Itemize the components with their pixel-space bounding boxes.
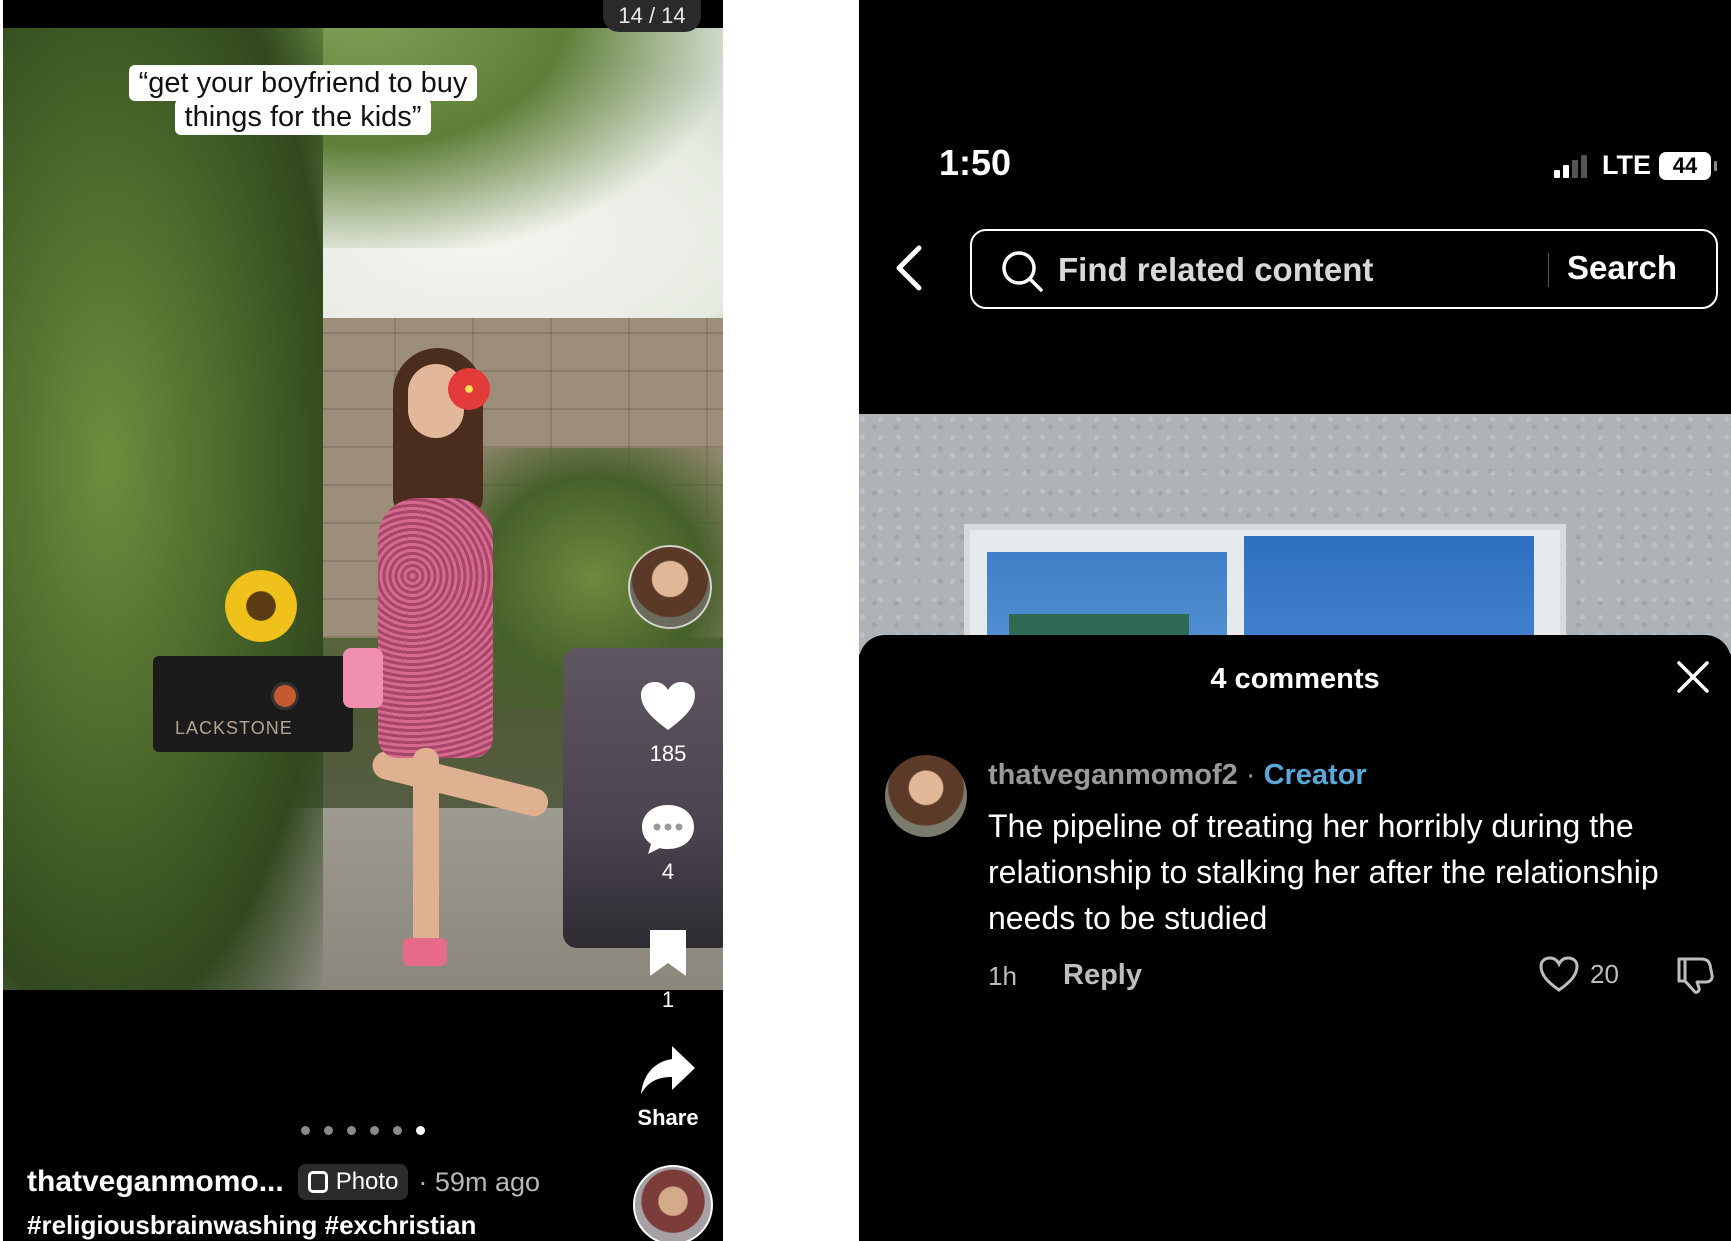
share-label: Share: [637, 1105, 699, 1130]
reply-button[interactable]: Reply: [1063, 959, 1142, 992]
overlay-caption-text: “get your boyfriend to buy things for th…: [128, 65, 478, 135]
search-input[interactable]: [1058, 249, 1538, 291]
carousel-dot-active[interactable]: [416, 1126, 425, 1135]
like-action[interactable]: 185: [628, 680, 708, 767]
author-name[interactable]: thatveganmomo...: [27, 1165, 284, 1199]
search-bar[interactable]: Search: [970, 229, 1718, 309]
creator-avatar-bubble[interactable]: [628, 545, 712, 629]
share-arrow-icon: [641, 1046, 695, 1094]
creator-badge: Creator: [1263, 759, 1367, 791]
share-action[interactable]: Share: [628, 1044, 708, 1131]
comment-time: 1h: [988, 961, 1017, 991]
battery-icon: 44: [1659, 151, 1717, 180]
left-phone-screen: LACKSTONE 14 / 14 “get your boyfriend to…: [3, 0, 723, 1241]
search-divider: [1548, 253, 1549, 287]
photo-chip-label: Photo: [335, 1168, 399, 1195]
close-button[interactable]: [1675, 659, 1711, 695]
comment-like-count: 20: [1590, 958, 1619, 989]
carousel-dot[interactable]: [301, 1126, 310, 1135]
photo-chip: Photo: [297, 1164, 409, 1200]
comment-bubble-icon: [642, 805, 694, 854]
comment-meta: 1h Reply 20: [988, 955, 1723, 1001]
status-indicators: LTE 44: [1554, 150, 1717, 181]
comment-count: 4: [661, 859, 675, 884]
signal-icon: [1554, 154, 1590, 178]
carousel-dot[interactable]: [370, 1126, 379, 1135]
photo-counter: 14 / 14: [603, 0, 701, 32]
carousel-dot[interactable]: [324, 1126, 333, 1135]
dislike-icon: [1677, 957, 1714, 994]
hair-flower: [448, 368, 490, 410]
sequin-dress: [378, 498, 493, 758]
comments-title: 4 comments: [1210, 663, 1380, 695]
search-icon: [1002, 251, 1043, 292]
search-button[interactable]: Search: [1567, 249, 1677, 287]
close-icon: [1677, 661, 1709, 693]
commenter-avatar[interactable]: [885, 755, 967, 837]
status-time: 1:50: [939, 142, 1012, 183]
carousel-dots: [301, 1122, 439, 1140]
comment-body: thatveganmomof2 · Creator The pipeline o…: [988, 755, 1723, 1001]
back-button[interactable]: [891, 244, 931, 294]
photo-stack-icon: [307, 1171, 328, 1193]
woman-raised-leg: [369, 748, 552, 820]
photo-foliage-left: [3, 28, 323, 990]
comment-text: The pipeline of treating her horribly du…: [988, 808, 1659, 936]
comment-separator: ·: [1245, 759, 1256, 791]
profile-avatar[interactable]: [633, 1165, 713, 1241]
post-time: · 59m ago: [418, 1166, 540, 1197]
overlay-caption: “get your boyfriend to buy things for th…: [98, 65, 508, 135]
comment-like-button[interactable]: 20: [1538, 955, 1619, 993]
carousel-dot[interactable]: [347, 1126, 356, 1135]
hashtags[interactable]: #religiousbrainwashing #exchristian: [27, 1210, 476, 1241]
heart-outline-icon: [1539, 956, 1579, 992]
save-action[interactable]: 1: [628, 928, 708, 1013]
woman-standing-leg: [413, 748, 439, 948]
like-count: 185: [649, 741, 687, 766]
right-phone-screen: 1:50 LTE 44 Search 4 comments: [859, 0, 1731, 1241]
carousel-dot[interactable]: [393, 1126, 402, 1135]
comment-username[interactable]: thatveganmomof2: [988, 759, 1238, 791]
photo-grill-text: LACKSTONE: [175, 718, 293, 738]
comment-dislike-button[interactable]: [1673, 955, 1715, 1000]
post-meta: thatveganmomo... Photo · 59m ago: [27, 1160, 627, 1204]
comment-action[interactable]: 4: [628, 802, 708, 885]
comment-header: thatveganmomof2 · Creator: [988, 755, 1723, 795]
photo-sunflower: [225, 570, 297, 642]
bookmark-icon: [650, 930, 686, 976]
save-count: 1: [661, 987, 675, 1012]
back-chevron-icon: [896, 245, 922, 291]
network-type: LTE: [1602, 150, 1651, 180]
comments-sheet: 4 comments thatveganmomof2 · Creator The…: [859, 635, 1731, 1241]
video-preview[interactable]: [859, 414, 1731, 654]
pink-heel: [403, 938, 447, 966]
post-photo[interactable]: LACKSTONE: [3, 28, 723, 990]
pink-handbag: [343, 648, 383, 708]
photo-woman: [343, 348, 552, 988]
heart-icon: [641, 682, 695, 730]
photo-grill-knob: [271, 682, 299, 710]
